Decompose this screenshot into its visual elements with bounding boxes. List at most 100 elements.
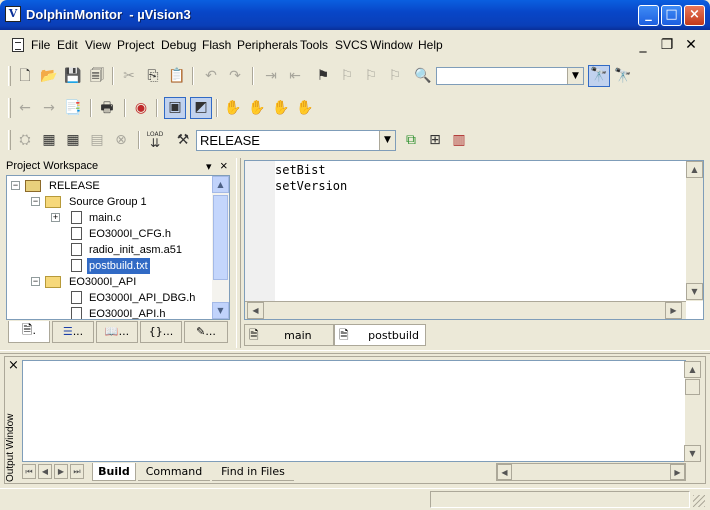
incremental-find-icon[interactable]: 🔭 <box>614 67 632 85</box>
tab-registers[interactable]: ☰... <box>52 321 94 343</box>
menu-help[interactable]: Help <box>418 38 443 52</box>
redo-icon[interactable]: ↷ <box>226 67 244 85</box>
scroll-right-icon[interactable]: ▶ <box>670 464 685 480</box>
code-editor[interactable]: setBist setVersion ▲ ▼ ◀ ▶ <box>244 160 704 320</box>
save-all-icon[interactable]: 🗐 <box>88 67 106 85</box>
mdi-restore-button[interactable]: ❐ <box>656 36 678 54</box>
menu-view[interactable]: View <box>85 38 111 52</box>
target-combo[interactable]: RELEASE ▼ <box>196 130 396 151</box>
print-icon[interactable]: 🖶 <box>98 99 116 117</box>
menu-svcs[interactable]: SVCS <box>335 38 368 52</box>
toolbar-grip[interactable] <box>8 130 11 150</box>
tree-vertical-scrollbar[interactable]: ▲ ▼ <box>212 176 229 319</box>
hand-icon[interactable]: ✋ <box>248 99 266 117</box>
hand-icon[interactable]: ✋ <box>296 99 314 117</box>
load-download-icon[interactable]: LOAD ⇊ <box>146 131 164 149</box>
maximize-button[interactable]: □ <box>661 5 682 26</box>
bookmark-next-icon[interactable]: ⚐ <box>338 67 356 85</box>
close-icon[interactable]: × <box>220 158 228 173</box>
minimize-button[interactable]: _ <box>638 5 659 26</box>
output-window-icon[interactable]: ◩ <box>190 97 212 119</box>
editor-vertical-scrollbar[interactable]: ▲ ▼ <box>686 161 703 301</box>
collapse-icon[interactable]: − <box>31 197 40 206</box>
tab-find-in-files[interactable]: Find in Files <box>212 463 294 481</box>
back-arrow-icon[interactable]: ← <box>16 99 34 117</box>
tab-build[interactable]: Build <box>92 463 136 481</box>
mdi-minimize-button[interactable]: _ <box>632 36 654 54</box>
next-tab-icon[interactable]: ▶ <box>54 464 68 479</box>
save-icon[interactable]: 💾 <box>64 67 82 85</box>
books-icon[interactable]: ▥ <box>450 131 468 149</box>
pin-icon[interactable]: ▾ <box>206 160 212 173</box>
resize-grip-icon[interactable] <box>693 495 705 507</box>
app-icon[interactable]: V <box>5 6 21 22</box>
menu-tools[interactable]: Tools <box>300 38 328 52</box>
scroll-down-icon[interactable]: ▼ <box>686 283 703 300</box>
close-icon[interactable]: × <box>8 358 19 373</box>
menu-project[interactable]: Project <box>117 38 154 52</box>
environment-icon[interactable]: ⊞ <box>426 131 444 149</box>
tab-templates[interactable]: ✎... <box>184 321 228 343</box>
scroll-left-icon[interactable]: ◀ <box>497 464 512 480</box>
tab-files[interactable]: 🗎. <box>8 321 50 343</box>
scroll-up-icon[interactable]: ▲ <box>686 161 703 178</box>
first-tab-icon[interactable]: ⏮ <box>22 464 36 479</box>
tab-command[interactable]: Command <box>138 463 210 481</box>
hand-icon[interactable]: ✋ <box>272 99 290 117</box>
chevron-down-icon[interactable]: ▼ <box>379 131 395 150</box>
forward-arrow-icon[interactable]: → <box>40 99 58 117</box>
horizontal-splitter[interactable] <box>0 350 710 354</box>
tab-books[interactable]: 📖... <box>96 321 138 343</box>
menu-peripherals[interactable]: Peripherals <box>237 38 298 52</box>
batch-build-icon[interactable]: ▤ <box>88 131 106 149</box>
scroll-left-icon[interactable]: ◀ <box>247 302 264 319</box>
chevron-down-icon[interactable]: ▼ <box>567 68 583 84</box>
open-folder-icon[interactable]: 📂 <box>40 67 58 85</box>
bookmark-toggle-icon[interactable]: ⚑ <box>314 67 332 85</box>
tab-functions[interactable]: {}... <box>140 321 182 343</box>
editor-horizontal-scrollbar[interactable]: ◀ ▶ <box>245 301 686 319</box>
menu-flash[interactable]: Flash <box>202 38 231 52</box>
scroll-up-icon[interactable]: ▲ <box>212 176 229 193</box>
translate-icon[interactable]: ⛭ <box>16 131 34 149</box>
output-horizontal-scrollbar[interactable]: ◀ ▶ <box>496 463 686 481</box>
toolbar-grip[interactable] <box>8 66 11 86</box>
target-options-icon[interactable]: ⚒ <box>174 131 192 149</box>
debug-session-icon[interactable]: ◉ <box>132 99 150 117</box>
find-combo[interactable]: ▼ <box>436 67 584 85</box>
vertical-splitter[interactable] <box>236 158 241 348</box>
workspace-window-icon[interactable]: ▣ <box>164 97 186 119</box>
stop-build-icon[interactable]: ⊗ <box>112 131 130 149</box>
bookmark-prev-icon[interactable]: ⚐ <box>362 67 380 85</box>
undo-icon[interactable]: ↶ <box>202 67 220 85</box>
expand-icon[interactable]: + <box>51 213 60 222</box>
menu-edit[interactable]: Edit <box>57 38 78 52</box>
scroll-thumb[interactable] <box>685 379 700 395</box>
menu-debug[interactable]: Debug <box>161 38 196 52</box>
collapse-icon[interactable]: − <box>31 277 40 286</box>
scroll-down-icon[interactable]: ▼ <box>212 302 229 319</box>
last-tab-icon[interactable]: ⏭ <box>70 464 84 479</box>
collapse-icon[interactable]: − <box>11 181 20 190</box>
menu-window[interactable]: Window <box>370 38 413 52</box>
copy-icon[interactable]: ⎘ <box>144 67 162 85</box>
tab-postbuild[interactable]: 🗎 postbuild <box>334 324 426 346</box>
menu-file[interactable]: File <box>31 38 50 52</box>
output-vertical-scrollbar[interactable]: ▲ ▼ <box>684 361 702 462</box>
prev-tab-icon[interactable]: ◀ <box>38 464 52 479</box>
scroll-down-icon[interactable]: ▼ <box>684 445 701 462</box>
new-file-icon[interactable]: 🗋 <box>16 67 34 85</box>
components-icon[interactable]: ⧉ <box>402 131 420 149</box>
scroll-up-icon[interactable]: ▲ <box>684 361 701 378</box>
tab-main[interactable]: 🗎 main <box>244 324 334 346</box>
output-text-area[interactable]: ▲ ▼ <box>22 360 702 462</box>
find-binoculars-icon[interactable]: 🔭 <box>588 65 610 87</box>
hand-icon[interactable]: ✋ <box>224 99 242 117</box>
find-in-files-icon[interactable]: 🔍 <box>414 67 432 85</box>
project-tree[interactable]: − RELEASE − Source Group 1 + main.c EO30… <box>6 175 230 320</box>
bookmark-clear-icon[interactable]: ⚐ <box>386 67 404 85</box>
browse-icon[interactable]: 📑 <box>64 99 82 117</box>
rebuild-icon[interactable]: ▦ <box>64 131 82 149</box>
document-icon[interactable] <box>12 38 24 52</box>
cut-icon[interactable]: ✂ <box>120 67 138 85</box>
